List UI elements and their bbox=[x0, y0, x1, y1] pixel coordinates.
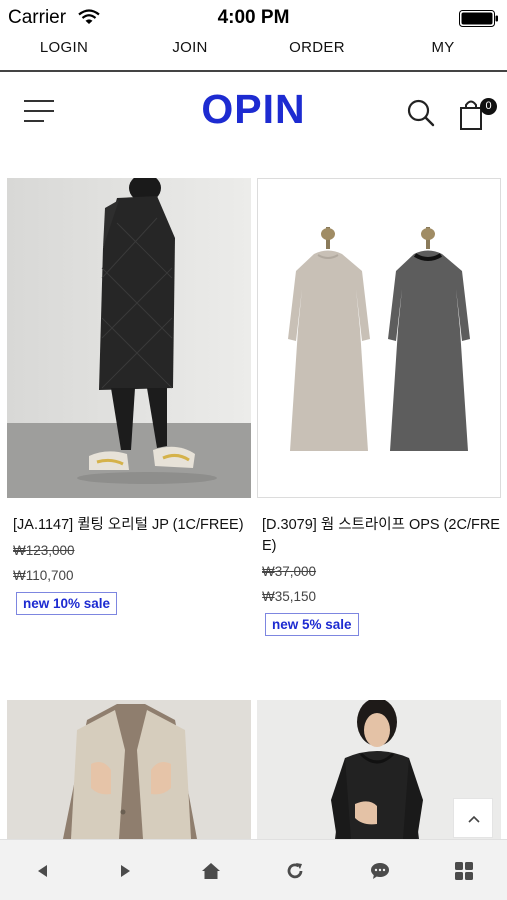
product-image-quilted-jacket[interactable] bbox=[7, 178, 251, 498]
my-page-link[interactable]: MY bbox=[393, 39, 493, 56]
grid-icon[interactable] bbox=[434, 840, 494, 900]
sale-badge-1: new 10% sale bbox=[16, 592, 118, 615]
order-link[interactable]: ORDER bbox=[267, 39, 367, 56]
site-header: OPIN 0 bbox=[0, 72, 507, 154]
join-link[interactable]: JOIN bbox=[140, 39, 240, 56]
bottom-toolbar bbox=[0, 839, 507, 900]
search-icon[interactable] bbox=[406, 98, 436, 128]
back-arrow-icon[interactable] bbox=[12, 840, 72, 900]
clock: 4:00 PM bbox=[217, 7, 290, 28]
chevron-up-icon bbox=[468, 815, 480, 823]
home-icon[interactable] bbox=[181, 840, 241, 900]
refresh-icon[interactable] bbox=[265, 840, 325, 900]
product-name-1[interactable]: [JA.1147] 퀼팅 오리털 JP (1C/FREE) bbox=[13, 515, 253, 536]
shopping-bag-icon[interactable]: 0 bbox=[458, 96, 497, 132]
product-original-price-1: ₩123,000 bbox=[13, 543, 75, 558]
top-links-bar: LOGIN JOIN ORDER MY bbox=[0, 36, 507, 72]
sale-badge-2: new 5% sale bbox=[265, 613, 359, 636]
product-sale-price-1: ₩110,700 bbox=[13, 568, 74, 583]
scroll-top-button[interactable] bbox=[453, 798, 493, 838]
forward-arrow-icon[interactable] bbox=[96, 840, 156, 900]
login-link[interactable]: LOGIN bbox=[14, 39, 114, 56]
product-sale-price-2: ₩35,150 bbox=[262, 589, 317, 604]
product-image-vest[interactable] bbox=[7, 700, 251, 839]
product-image-stripe-dress[interactable] bbox=[257, 178, 501, 498]
chat-icon[interactable] bbox=[350, 840, 410, 900]
status-bar: Carrier 4:00 PM bbox=[0, 0, 507, 36]
product-original-price-2: ₩37,000 bbox=[262, 564, 317, 579]
battery-icon bbox=[459, 10, 499, 32]
product-name-2[interactable]: [D.3079] 웜 스트라이프 OPS (2C/FREE) bbox=[262, 515, 500, 557]
cart-count-badge: 0 bbox=[480, 98, 497, 115]
